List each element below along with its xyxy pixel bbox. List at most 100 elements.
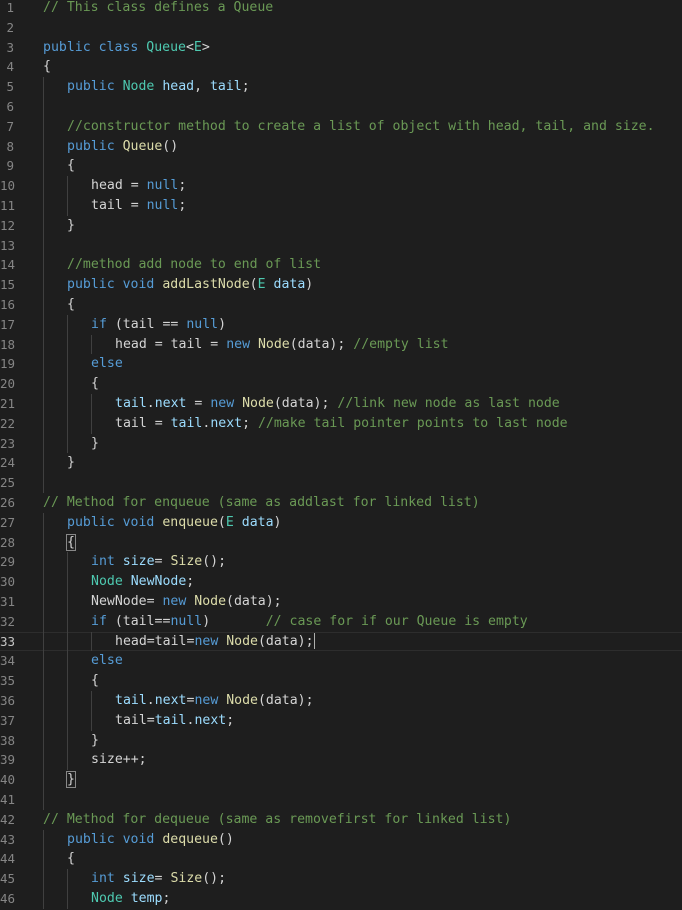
code-text: { — [67, 849, 75, 869]
code-text: public Queue() — [67, 137, 178, 157]
code-token: int — [91, 554, 115, 570]
line-number: 31 — [0, 594, 16, 609]
indent-guide — [67, 651, 68, 672]
code-token: size — [122, 871, 155, 887]
code-line[interactable]: 35 { — [0, 671, 682, 691]
line-number: 45 — [0, 871, 16, 887]
code-token: ( — [106, 316, 123, 332]
code-line[interactable]: 32 if (tail==null) // case for if our Que… — [0, 611, 682, 632]
code-line[interactable]: 21 tail.next = new Node(data); //link new… — [0, 394, 682, 414]
code-line[interactable]: 14 //method add node to end of list — [0, 255, 682, 276]
code-line[interactable]: 10 head = null; — [0, 176, 682, 196]
code-line[interactable]: 5 public Node head, tail; — [0, 77, 682, 97]
indent-guide — [43, 176, 44, 196]
code-token: Node — [226, 693, 258, 708]
code-line[interactable]: 33 head=tail=new Node(data); — [0, 631, 682, 652]
code-token: (); — [202, 554, 227, 570]
code-text: Node temp; — [91, 889, 170, 909]
indent-guide — [67, 572, 68, 592]
code-token: public — [67, 79, 115, 95]
code-token: temp — [130, 891, 163, 906]
indent-guide — [43, 156, 44, 177]
indent-guide — [67, 592, 68, 612]
indent-guide — [43, 651, 44, 672]
indent-guide — [67, 176, 68, 196]
code-token: public — [43, 39, 91, 55]
code-token: { — [91, 673, 99, 689]
code-token: head — [115, 336, 147, 352]
code-line[interactable]: 3 public class Queue<E> — [0, 38, 682, 58]
code-token: Queue — [146, 39, 186, 55]
indent-guide — [43, 790, 44, 810]
line-number: 40 — [0, 772, 16, 788]
code-line[interactable]: 39 size++; — [0, 750, 682, 771]
code-line[interactable]: 15 public void addLastNode(E data) — [0, 275, 682, 295]
code-line[interactable]: 37 tail=tail.next; — [0, 710, 682, 731]
code-line[interactable]: 45 int size= Size(); — [0, 869, 682, 889]
code-token: Node — [194, 594, 227, 609]
code-line[interactable]: 17 if (tail == null) — [0, 314, 682, 335]
indent-guide — [67, 889, 68, 909]
code-comment: // This class defines a Queue — [43, 0, 274, 15]
code-token: . — [146, 396, 155, 411]
code-line[interactable]: 19 else — [0, 354, 682, 375]
code-token: (data); — [273, 396, 338, 411]
code-line[interactable]: 41 — [0, 790, 682, 810]
indent-guide — [67, 631, 68, 652]
code-line[interactable]: 16 { — [0, 295, 682, 315]
code-token: new — [194, 633, 219, 649]
indent-guide — [43, 691, 44, 711]
code-line[interactable]: 29 int size= Size(); — [0, 552, 682, 573]
code-line[interactable]: 30 Node NewNode; — [0, 572, 682, 592]
code-token: } — [91, 435, 99, 451]
code-line[interactable]: 12} — [0, 215, 682, 236]
code-text: NewNode= new Node(data); — [91, 592, 282, 612]
code-line[interactable]: 9{ — [0, 156, 682, 177]
code-text: // This class defines a Queue — [43, 0, 273, 18]
code-line[interactable]: 18 head = tail = new Node(data); //empty … — [0, 334, 682, 355]
line-number: 21 — [0, 396, 16, 411]
code-line[interactable]: 28 { — [0, 532, 682, 553]
code-line[interactable]: 1 // This class defines a Queue — [0, 0, 682, 18]
code-line[interactable]: 6 — [0, 97, 682, 117]
code-line[interactable]: 34 else — [0, 651, 682, 672]
indent-guide — [43, 572, 44, 592]
indent-guide — [43, 473, 44, 493]
code-line[interactable]: 36 tail.next=new Node(data); — [0, 691, 682, 711]
indent-guide — [43, 77, 44, 97]
code-line[interactable]: 7 //constructor method to create a list o… — [0, 116, 682, 137]
code-line[interactable]: 2 — [0, 18, 682, 38]
code-line[interactable]: 24} — [0, 453, 682, 474]
code-text: { — [67, 156, 75, 176]
code-line[interactable]: 38} — [0, 730, 682, 751]
code-token: data — [241, 514, 274, 530]
code-editor[interactable]: 1// This class defines a Queue 2 3 public c… — [0, 0, 682, 910]
indent-guide — [43, 512, 44, 533]
code-text: { — [66, 533, 76, 553]
code-line[interactable]: 26 // Method for enqueue (same as addlast… — [0, 493, 682, 513]
code-line[interactable]: 23} — [0, 433, 682, 454]
indent-guide — [43, 196, 44, 216]
code-line[interactable]: 22 tail = tail.next; //make tail pointer … — [0, 413, 682, 434]
code-line[interactable]: 13 — [0, 235, 682, 256]
code-line[interactable]: 31 NewNode= new Node(data); — [0, 592, 682, 612]
code-line[interactable]: 8 public Queue() — [0, 136, 682, 157]
line-number: 24 — [0, 455, 16, 471]
code-line[interactable]: 46 Node temp; — [0, 889, 682, 909]
indent-guide — [67, 710, 68, 731]
code-text: public void dequeue() — [67, 830, 234, 850]
code-line[interactable]: 40} — [0, 770, 682, 790]
code-line[interactable]: 4{ — [0, 57, 682, 77]
code-line[interactable]: 11 tail = null; — [0, 196, 682, 216]
code-line[interactable]: 44 { — [0, 849, 682, 870]
code-line[interactable]: 43 public void dequeue() — [0, 829, 682, 850]
code-line[interactable]: 20 { — [0, 374, 682, 394]
code-line[interactable]: 42 // Method for dequeue (same as removef… — [0, 810, 682, 830]
code-line[interactable]: 25 — [0, 473, 682, 493]
code-line[interactable]: 27 public void enqueue(E data) — [0, 512, 682, 533]
code-token: if — [91, 316, 107, 332]
indent-guide — [43, 829, 44, 850]
indent-guide — [43, 136, 44, 157]
